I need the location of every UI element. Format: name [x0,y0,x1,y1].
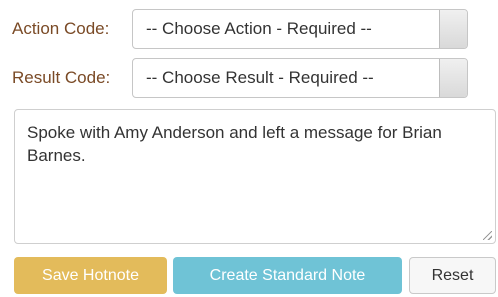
action-code-dropdown-handle[interactable] [439,10,467,48]
action-code-selected-value: -- Choose Action - Required -- [146,19,372,38]
save-hotnote-button[interactable]: Save Hotnote [14,257,167,294]
result-code-select[interactable]: -- Choose Result - Required -- [132,58,468,98]
result-code-row: Result Code: -- Choose Result - Required… [12,58,468,98]
result-code-dropdown-handle[interactable] [439,59,467,97]
result-code-label: Result Code: [12,68,111,87]
reset-button[interactable]: Reset [409,257,496,294]
note-textarea[interactable]: Spoke with Amy Anderson and left a messa… [14,109,496,244]
create-standard-note-button[interactable]: Create Standard Note [173,257,402,294]
action-code-label: Action Code: [12,19,110,38]
result-code-selected-value: -- Choose Result - Required -- [146,68,374,87]
note-text: Spoke with Amy Anderson and left a messa… [27,123,442,165]
resize-grip-icon[interactable] [483,231,492,240]
action-code-select[interactable]: -- Choose Action - Required -- [132,9,468,49]
action-code-row: Action Code: -- Choose Action - Required… [12,9,468,49]
